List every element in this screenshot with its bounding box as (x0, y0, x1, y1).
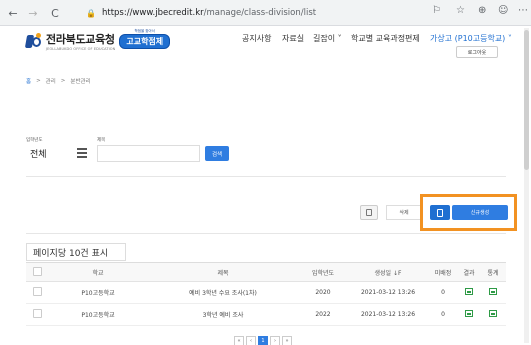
cell-title[interactable]: 3학년 예비 조사 (148, 303, 298, 326)
address-bar[interactable]: 🔒 https://www.jbecredit.kr/manage/class-… (80, 4, 428, 22)
collections-icon[interactable]: ⊕ (478, 5, 486, 16)
stats-excel-icon[interactable] (489, 288, 497, 295)
list-menu-icon[interactable] (77, 148, 87, 158)
breadcrumb: 홈 > 관리 > 분반관리 (26, 77, 91, 85)
more-icon[interactable]: ⋯ (518, 5, 528, 16)
logout-button[interactable]: 로그아웃 (456, 46, 498, 58)
last-page-button[interactable]: » (282, 336, 292, 345)
breadcrumb-separator: > (36, 78, 41, 84)
header-stats: 통계 (480, 262, 506, 282)
table-row[interactable]: P10고등학교 3학년 예비 조사 2022 2021-03-12 13:26 … (26, 303, 506, 326)
url-path: /manage/class-division/list (203, 8, 317, 18)
logo-subtitle: JEOLLABUKDO OFFICE OF EDUCATION (46, 47, 116, 51)
year-label: 입학년도 (26, 138, 43, 143)
row-select (26, 281, 48, 304)
copy-icon (366, 209, 372, 216)
cell-year: 2020 (298, 281, 348, 304)
back-button[interactable]: ← (4, 4, 22, 22)
breadcrumb-manage[interactable]: 관리 (46, 77, 56, 85)
cell-stats (480, 303, 506, 326)
class-division-table: 학교 제목 입학년도 생성일 ↓F 미배정 결과 통계 P10고등학교 예비 3… (26, 262, 506, 326)
result-excel-icon[interactable] (465, 288, 473, 295)
cell-created: 2021-03-12 13:26 (348, 281, 428, 304)
header-unassigned: 미배정 (428, 262, 458, 282)
cell-result (458, 281, 480, 304)
breadcrumb-class-division: 분반관리 (70, 79, 91, 85)
title-label: 제목 (97, 138, 106, 143)
cell-unassigned: 0 (428, 281, 458, 304)
delete-button[interactable]: 삭제 (386, 205, 422, 220)
breadcrumb-home[interactable]: 홈 (26, 77, 31, 85)
divider (26, 176, 506, 177)
next-page-button[interactable]: › (270, 336, 280, 345)
forward-button[interactable]: → (24, 4, 42, 22)
row-checkbox[interactable] (32, 287, 42, 296)
site-logo[interactable]: 전라북도교육청 JEOLLABUKDO OFFICE OF EDUCATION … (24, 29, 171, 51)
nav-school-curriculum[interactable]: 학교별 교육과정편제 (351, 33, 420, 44)
logo-badge: 학점을 찾아서 고교학점제 (119, 29, 171, 49)
header-school: 학교 (48, 262, 148, 282)
per-page-select[interactable]: 페이지당 10건 표시 (26, 243, 126, 261)
nav-resources[interactable]: 자료실 (282, 33, 304, 44)
header-title: 제목 (148, 262, 298, 282)
row-select (26, 303, 48, 326)
highlight-annotation (420, 194, 517, 231)
site-header: 전라북도교육청 JEOLLABUKDO OFFICE OF EDUCATION … (0, 26, 531, 60)
row-checkbox[interactable] (32, 309, 42, 318)
cell-result (458, 303, 480, 326)
title-search-input[interactable] (97, 145, 200, 162)
divider (26, 233, 506, 234)
header-year: 입학년도 (298, 262, 348, 282)
cell-school: P10고등학교 (48, 303, 148, 326)
select-all-checkbox[interactable] (32, 266, 42, 276)
logo-mark-icon (24, 33, 42, 49)
cell-year: 2022 (298, 303, 348, 326)
nav-guide[interactable]: 길잡이 ˅ (313, 33, 342, 44)
cell-unassigned: 0 (428, 303, 458, 326)
favorite-icon[interactable]: ☆ (456, 5, 465, 16)
cell-title[interactable]: 예비 3학년 수요 조사(1차) (148, 281, 298, 304)
prev-page-button[interactable]: ‹ (246, 336, 256, 345)
browser-toolbar: ← → C 🔒 https://www.jbecredit.kr/manage/… (0, 0, 531, 26)
profile-icon[interactable]: ☺ (498, 5, 508, 16)
result-excel-icon[interactable] (465, 310, 473, 317)
cell-stats (480, 281, 506, 304)
header-created[interactable]: 생성일 ↓F (348, 262, 428, 282)
nav-school-select[interactable]: 가상고 (P10고등학교) ˅ (430, 33, 512, 44)
page-button-current[interactable]: 1 (258, 336, 268, 345)
first-page-button[interactable]: « (234, 336, 244, 345)
nav-notice[interactable]: 공지사항 (242, 33, 271, 44)
cell-created: 2021-03-12 13:26 (348, 303, 428, 326)
copy-button[interactable] (360, 205, 378, 220)
header-result: 결과 (458, 262, 480, 282)
logo-title: 전라북도교육청 (46, 33, 115, 46)
lock-icon: 🔒 (86, 8, 96, 18)
table-header-row: 학교 제목 입학년도 생성일 ↓F 미배정 결과 통계 (26, 262, 506, 282)
header-select-all (26, 262, 48, 282)
extension-icon[interactable]: ⚐ (432, 5, 441, 16)
pagination: « ‹ 1 › » (234, 336, 292, 345)
stats-excel-icon[interactable] (489, 310, 497, 317)
year-select[interactable]: 전체 (26, 145, 70, 162)
scrollbar-thumb[interactable] (524, 30, 529, 170)
breadcrumb-separator: > (60, 78, 66, 84)
url-host: https://www.jbecredit.kr (101, 8, 204, 18)
reload-button[interactable]: C (46, 4, 64, 22)
table-row[interactable]: P10고등학교 예비 3학년 수요 조사(1차) 2020 2021-03-12… (26, 281, 506, 304)
cell-school: P10고등학교 (48, 281, 148, 304)
search-button[interactable]: 검색 (205, 146, 229, 161)
